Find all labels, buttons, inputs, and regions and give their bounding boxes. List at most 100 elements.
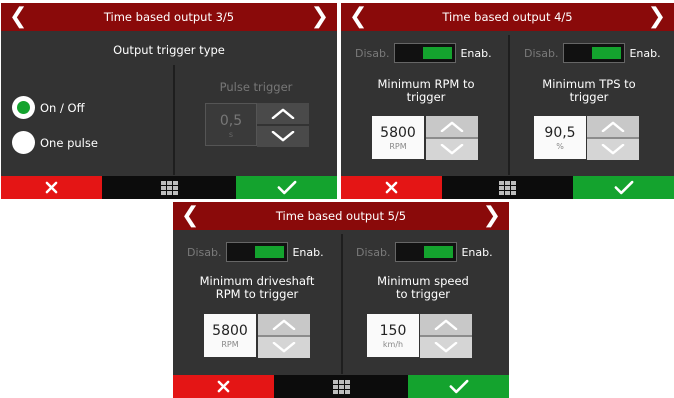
radio-one-pulse[interactable] (12, 131, 35, 154)
chevron-up-icon (440, 121, 464, 132)
pulse-stepper (257, 103, 309, 147)
chevron-right-icon[interactable]: ❯ (311, 4, 329, 30)
switch-knob (423, 47, 453, 59)
header-bar: ❮ Time based output 4/5 ❯ (341, 3, 674, 31)
enable-switch[interactable] (563, 43, 626, 63)
menu-button[interactable] (442, 176, 573, 199)
pulse-unit: s (228, 130, 234, 139)
speed-stepper[interactable] (420, 314, 472, 358)
screen-output-3: ❮ Time based output 3/5 ❯ Output trigger… (1, 3, 337, 199)
disable-label[interactable]: Disab. (355, 47, 389, 60)
radio-one-pulse-label[interactable]: One pulse (40, 136, 98, 150)
enable-switch[interactable] (394, 43, 457, 63)
increment-button[interactable] (420, 314, 472, 337)
chevron-left-icon[interactable]: ❮ (181, 203, 199, 229)
increment-button[interactable] (258, 314, 310, 337)
increment-button[interactable] (587, 116, 639, 139)
chevron-down-icon (440, 144, 464, 155)
driveshaft-value-field[interactable]: 5800 RPM (204, 314, 256, 357)
tps-enable-toggle-row: Disab. Enab. (524, 43, 661, 63)
header-bar: ❮ Time based output 3/5 ❯ (1, 3, 337, 31)
increment-button[interactable] (426, 116, 478, 139)
grid-menu-icon (499, 180, 516, 195)
chevron-left-icon[interactable]: ❮ (9, 4, 27, 30)
speed-value-field[interactable]: 150 km/h (367, 314, 419, 357)
enable-label[interactable]: Enab. (461, 246, 492, 259)
chevron-down-icon (271, 131, 295, 142)
tps-unit: % (556, 142, 564, 151)
pulse-value-field: 0,5 s (205, 103, 257, 146)
decrement-button[interactable] (426, 139, 478, 160)
switch-knob (255, 246, 285, 258)
close-icon (217, 380, 230, 393)
header-bar: ❮ Time based output 5/5 ❯ (173, 202, 509, 230)
divider (508, 35, 510, 175)
check-icon (449, 379, 469, 394)
rpm-unit: RPM (389, 142, 407, 151)
speed-value: 150 (379, 323, 407, 339)
disable-label[interactable]: Disab. (356, 246, 390, 259)
driveshaft-unit: RPM (221, 340, 239, 349)
pulse-trigger-label: Pulse trigger (219, 80, 293, 94)
screen-output-5: ❮ Time based output 5/5 ❯ Disab. Enab. M… (173, 202, 509, 398)
rpm-value-field[interactable]: 5800 RPM (372, 116, 424, 159)
confirm-button[interactable] (573, 176, 674, 199)
decrement-button[interactable] (587, 139, 639, 160)
chevron-up-icon (271, 108, 295, 119)
footer-bar (341, 176, 674, 199)
page-title: Time based output 5/5 (275, 209, 407, 223)
disable-label[interactable]: Disab. (187, 246, 221, 259)
rpm-value: 5800 (380, 125, 416, 141)
rpm-enable-toggle-row: Disab. Enab. (355, 43, 492, 63)
tps-stepper[interactable] (587, 116, 639, 160)
enable-switch[interactable] (226, 242, 289, 262)
driveshaft-stepper[interactable] (258, 314, 310, 358)
menu-button[interactable] (102, 176, 236, 199)
driveshaft-enable-toggle-row: Disab. Enab. (187, 242, 324, 262)
tps-value: 90,5 (544, 125, 576, 141)
enable-label[interactable]: Enab. (292, 246, 323, 259)
min-driveshaft-rpm-label: Minimum driveshaft RPM to trigger (199, 274, 315, 301)
page-title: Time based output 4/5 (442, 10, 573, 24)
grid-menu-icon (160, 180, 178, 195)
confirm-button[interactable] (236, 176, 337, 199)
enable-label[interactable]: Enab. (629, 47, 660, 60)
divider (341, 234, 343, 374)
chevron-down-icon (434, 342, 458, 353)
speed-enable-toggle-row: Disab. Enab. (356, 242, 493, 262)
decrement-button (257, 126, 309, 147)
chevron-down-icon (272, 342, 296, 353)
switch-knob (592, 47, 622, 59)
enable-switch[interactable] (395, 242, 458, 262)
screen-output-4: ❮ Time based output 4/5 ❯ Disab. Enab. M… (341, 3, 674, 199)
decrement-button[interactable] (420, 337, 472, 358)
increment-button (257, 103, 309, 126)
close-icon (45, 181, 58, 194)
footer-bar (1, 176, 337, 199)
min-tps-label: Minimum TPS to trigger (542, 77, 636, 104)
driveshaft-value: 5800 (212, 323, 248, 339)
radio-on-off-label[interactable]: On / Off (40, 101, 85, 115)
pulse-value: 0,5 (219, 113, 243, 129)
chevron-up-icon (434, 319, 458, 330)
disable-label[interactable]: Disab. (524, 47, 558, 60)
min-speed-label: Minimum speed to trigger (377, 274, 469, 301)
grid-menu-icon (332, 379, 350, 394)
chevron-right-icon[interactable]: ❯ (483, 203, 501, 229)
page-title: Time based output 3/5 (103, 10, 235, 24)
chevron-down-icon (601, 144, 625, 155)
cancel-button[interactable] (1, 176, 102, 199)
close-icon (385, 181, 398, 194)
rpm-stepper[interactable] (426, 116, 478, 160)
speed-unit: km/h (382, 340, 404, 349)
min-rpm-label: Minimum RPM to trigger (377, 77, 475, 104)
chevron-left-icon[interactable]: ❮ (349, 4, 367, 30)
radio-on-off[interactable] (12, 96, 35, 119)
chevron-up-icon (601, 121, 625, 132)
tps-value-field[interactable]: 90,5 % (534, 116, 586, 159)
decrement-button[interactable] (258, 337, 310, 358)
enable-label[interactable]: Enab. (460, 47, 491, 60)
chevron-up-icon (272, 319, 296, 330)
chevron-right-icon[interactable]: ❯ (648, 4, 666, 30)
cancel-button[interactable] (341, 176, 442, 199)
